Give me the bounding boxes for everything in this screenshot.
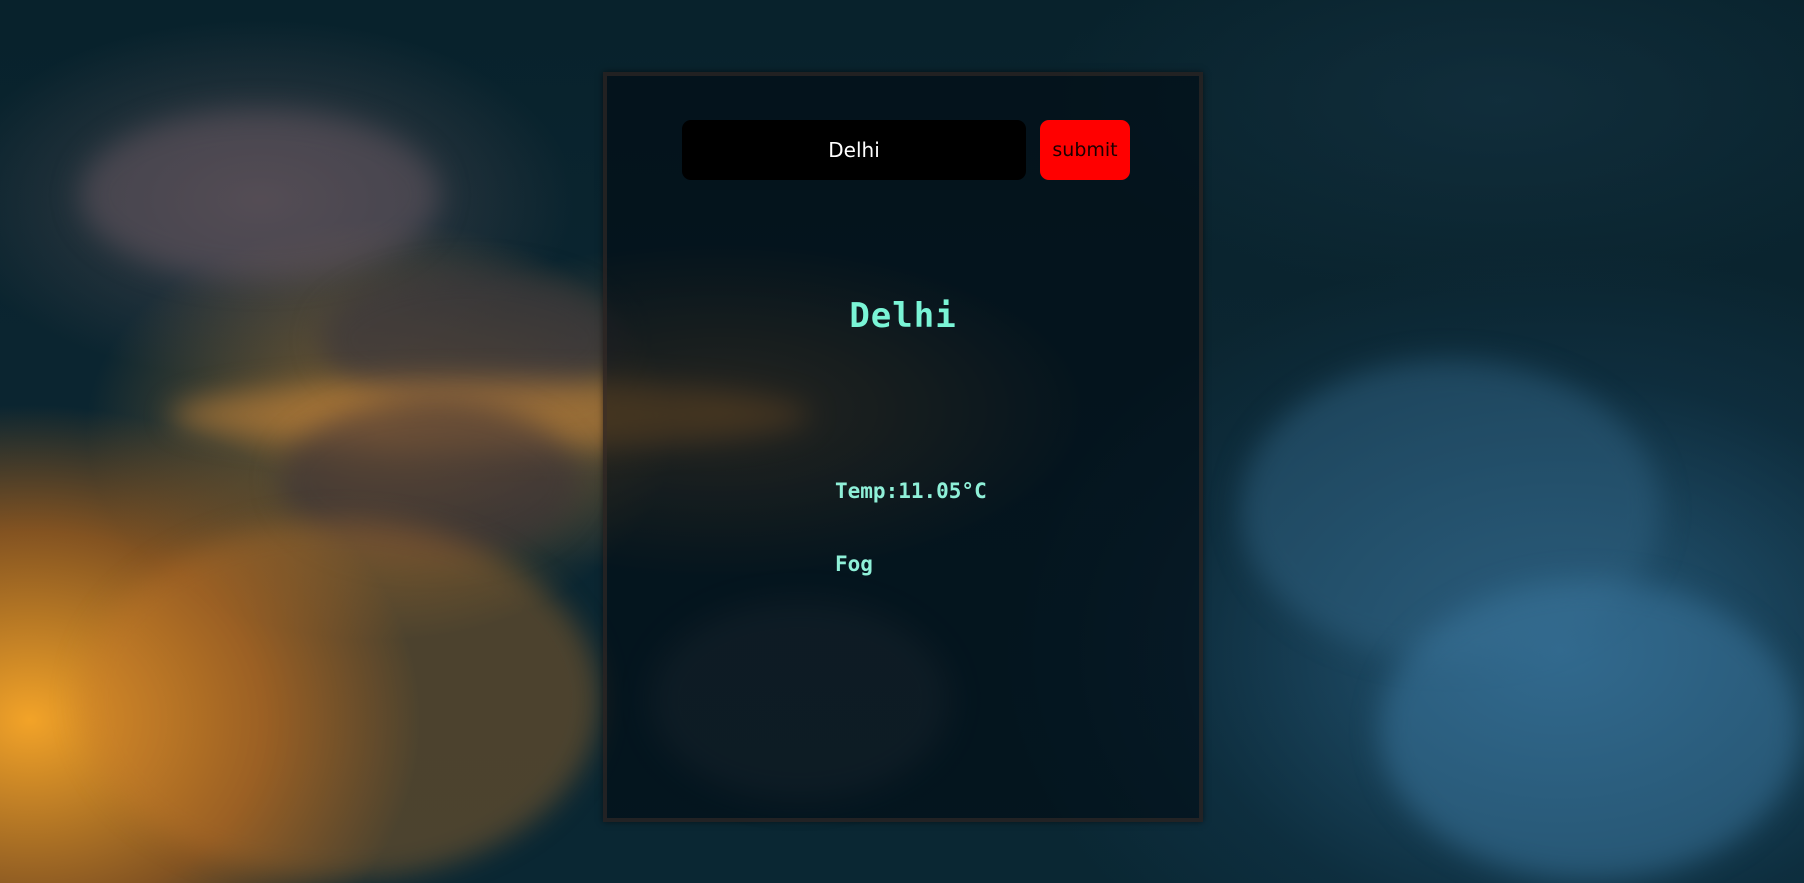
search-row: submit (682, 120, 1130, 180)
city-name: Delhi (849, 296, 957, 336)
weather-card: submit Delhi Temp:11.05°C Fog (603, 72, 1203, 822)
temperature-text: Temp:11.05°C (835, 479, 987, 503)
city-search-input[interactable] (682, 120, 1026, 180)
submit-button[interactable]: submit (1040, 120, 1130, 180)
weather-condition: Fog (835, 552, 873, 576)
cloud (80, 110, 440, 280)
cloud (80, 520, 600, 880)
cloud (1380, 580, 1800, 880)
